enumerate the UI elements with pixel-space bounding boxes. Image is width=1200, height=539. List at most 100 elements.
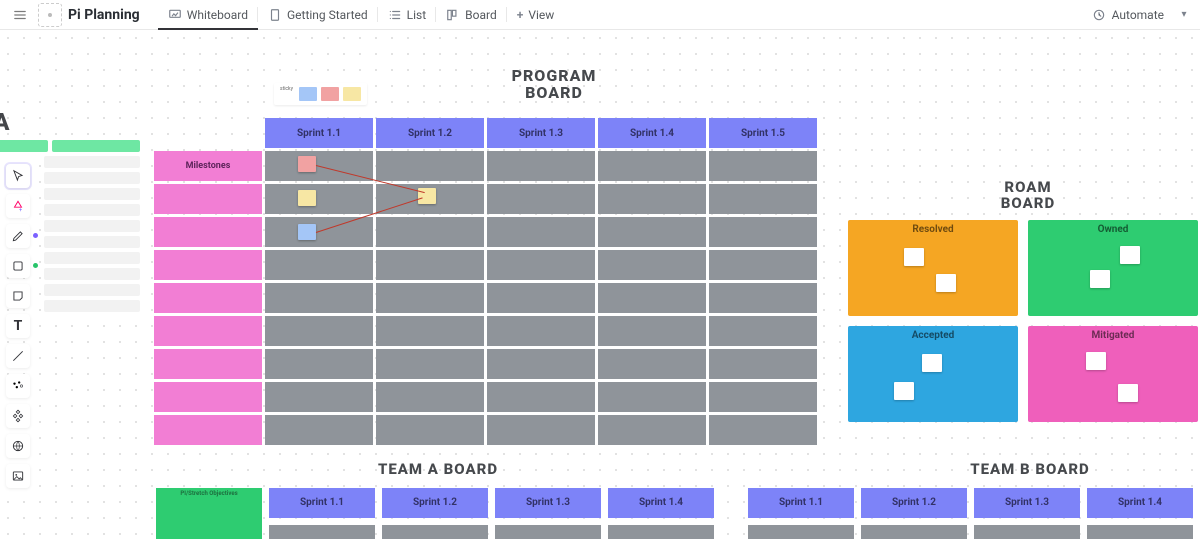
program-row-header[interactable] [154, 415, 262, 445]
program-cell[interactable] [376, 382, 484, 412]
pi-objectives-cell[interactable]: PI/Stretch Objectives [156, 488, 262, 539]
sticky-note[interactable] [1120, 246, 1140, 264]
agenda-cell[interactable] [44, 172, 140, 184]
team-cell[interactable] [974, 525, 1080, 539]
program-row-header[interactable] [154, 184, 262, 214]
team-cell[interactable] [382, 525, 488, 539]
program-cell[interactable] [598, 184, 706, 214]
breadcrumb-icon[interactable] [38, 3, 62, 27]
team-column-header[interactable]: Sprint 1.2 [382, 488, 488, 518]
program-cell[interactable] [709, 151, 817, 181]
team-column-header[interactable]: Sprint 1.4 [1087, 488, 1193, 518]
agenda-cell[interactable] [0, 140, 48, 152]
program-cell[interactable] [598, 382, 706, 412]
web-tool[interactable] [6, 434, 30, 458]
chevron-down-icon[interactable]: ▾ [1176, 9, 1192, 20]
sticky-note[interactable] [1090, 270, 1110, 288]
program-cell[interactable] [265, 349, 373, 379]
team-column-header[interactable]: Sprint 1.1 [269, 488, 375, 518]
program-cell[interactable] [598, 151, 706, 181]
text-tool[interactable]: T [6, 314, 30, 338]
roam-resolved[interactable]: Resolved [848, 220, 1018, 316]
sticky-note[interactable] [298, 190, 316, 206]
sticky-note[interactable] [1086, 352, 1106, 370]
program-column-header[interactable]: Sprint 1.1 [265, 118, 373, 148]
menu-button[interactable] [8, 3, 32, 27]
team-column-header[interactable]: Sprint 1.3 [495, 488, 601, 518]
team-cell[interactable] [269, 525, 375, 539]
program-cell[interactable] [598, 283, 706, 313]
program-cell[interactable] [265, 415, 373, 445]
whiteboard-canvas[interactable]: + T NDA [0, 30, 1200, 539]
program-legend[interactable]: sticky [274, 83, 367, 105]
program-column-header[interactable]: Sprint 1.5 [709, 118, 817, 148]
add-view-button[interactable]: + View [507, 0, 565, 29]
program-cell[interactable] [598, 316, 706, 346]
widgets-tool[interactable] [6, 404, 30, 428]
team-b-board[interactable]: TEAM B BOARD Sprint 1.1Sprint 1.2Sprint … [748, 462, 1200, 539]
tab-board[interactable]: Board [436, 0, 507, 29]
program-cell[interactable] [709, 415, 817, 445]
sticky-note[interactable] [1118, 384, 1138, 402]
agenda-cell[interactable] [52, 140, 140, 152]
tab-getting-started[interactable]: Getting Started [258, 0, 378, 29]
program-cell[interactable] [598, 250, 706, 280]
agenda-cell[interactable] [44, 252, 140, 264]
agenda-cell[interactable] [44, 188, 140, 200]
program-row-header[interactable] [154, 382, 262, 412]
program-cell[interactable] [376, 250, 484, 280]
program-cell[interactable] [709, 184, 817, 214]
pen-tool[interactable] [6, 224, 30, 248]
program-cell[interactable] [598, 349, 706, 379]
program-cell[interactable] [709, 217, 817, 247]
program-column-header[interactable]: Sprint 1.4 [598, 118, 706, 148]
team-cell[interactable] [495, 525, 601, 539]
program-cell[interactable] [265, 217, 373, 247]
sticky-note[interactable] [298, 224, 316, 240]
program-cell[interactable] [487, 283, 595, 313]
program-cell[interactable] [709, 250, 817, 280]
image-tool[interactable] [6, 464, 30, 488]
sticky-note[interactable] [904, 248, 924, 266]
agenda-cell[interactable] [44, 284, 140, 296]
program-row-header[interactable] [154, 217, 262, 247]
team-column-header[interactable]: Sprint 1.1 [748, 488, 854, 518]
program-row-header[interactable] [154, 250, 262, 280]
program-cell[interactable] [598, 217, 706, 247]
program-cell[interactable] [376, 151, 484, 181]
program-cell[interactable] [487, 415, 595, 445]
program-cell[interactable] [376, 217, 484, 247]
stamps-tool[interactable] [6, 374, 30, 398]
team-cell[interactable] [608, 525, 714, 539]
program-cell[interactable] [265, 250, 373, 280]
program-cell[interactable] [487, 184, 595, 214]
sticky-note[interactable] [936, 274, 956, 292]
program-row-header[interactable] [154, 316, 262, 346]
program-cell[interactable] [487, 316, 595, 346]
program-column-header[interactable]: Sprint 1.2 [376, 118, 484, 148]
program-cell[interactable] [376, 283, 484, 313]
shape-tool[interactable] [6, 254, 30, 278]
agenda-cell[interactable] [44, 156, 140, 168]
agenda-cell[interactable] [44, 236, 140, 248]
roam-owned[interactable]: Owned [1028, 220, 1198, 316]
sticky-note[interactable] [298, 156, 316, 172]
roam-accepted[interactable]: Accepted [848, 326, 1018, 422]
program-row-header[interactable] [154, 283, 262, 313]
cursor-tool[interactable] [6, 164, 30, 188]
program-cell[interactable] [598, 415, 706, 445]
automate-button[interactable]: Automate [1086, 8, 1170, 22]
program-cell[interactable] [265, 151, 373, 181]
program-cell[interactable] [265, 382, 373, 412]
team-cell[interactable] [861, 525, 967, 539]
program-cell[interactable] [487, 382, 595, 412]
program-cell[interactable] [487, 217, 595, 247]
program-cell[interactable] [487, 349, 595, 379]
team-column-header[interactable]: Sprint 1.4 [608, 488, 714, 518]
program-row-header[interactable] [154, 349, 262, 379]
program-cell[interactable] [487, 250, 595, 280]
program-cell[interactable] [265, 283, 373, 313]
agenda-cell[interactable] [44, 300, 140, 312]
sticky-tool[interactable] [6, 284, 30, 308]
tab-list[interactable]: List [378, 0, 437, 29]
